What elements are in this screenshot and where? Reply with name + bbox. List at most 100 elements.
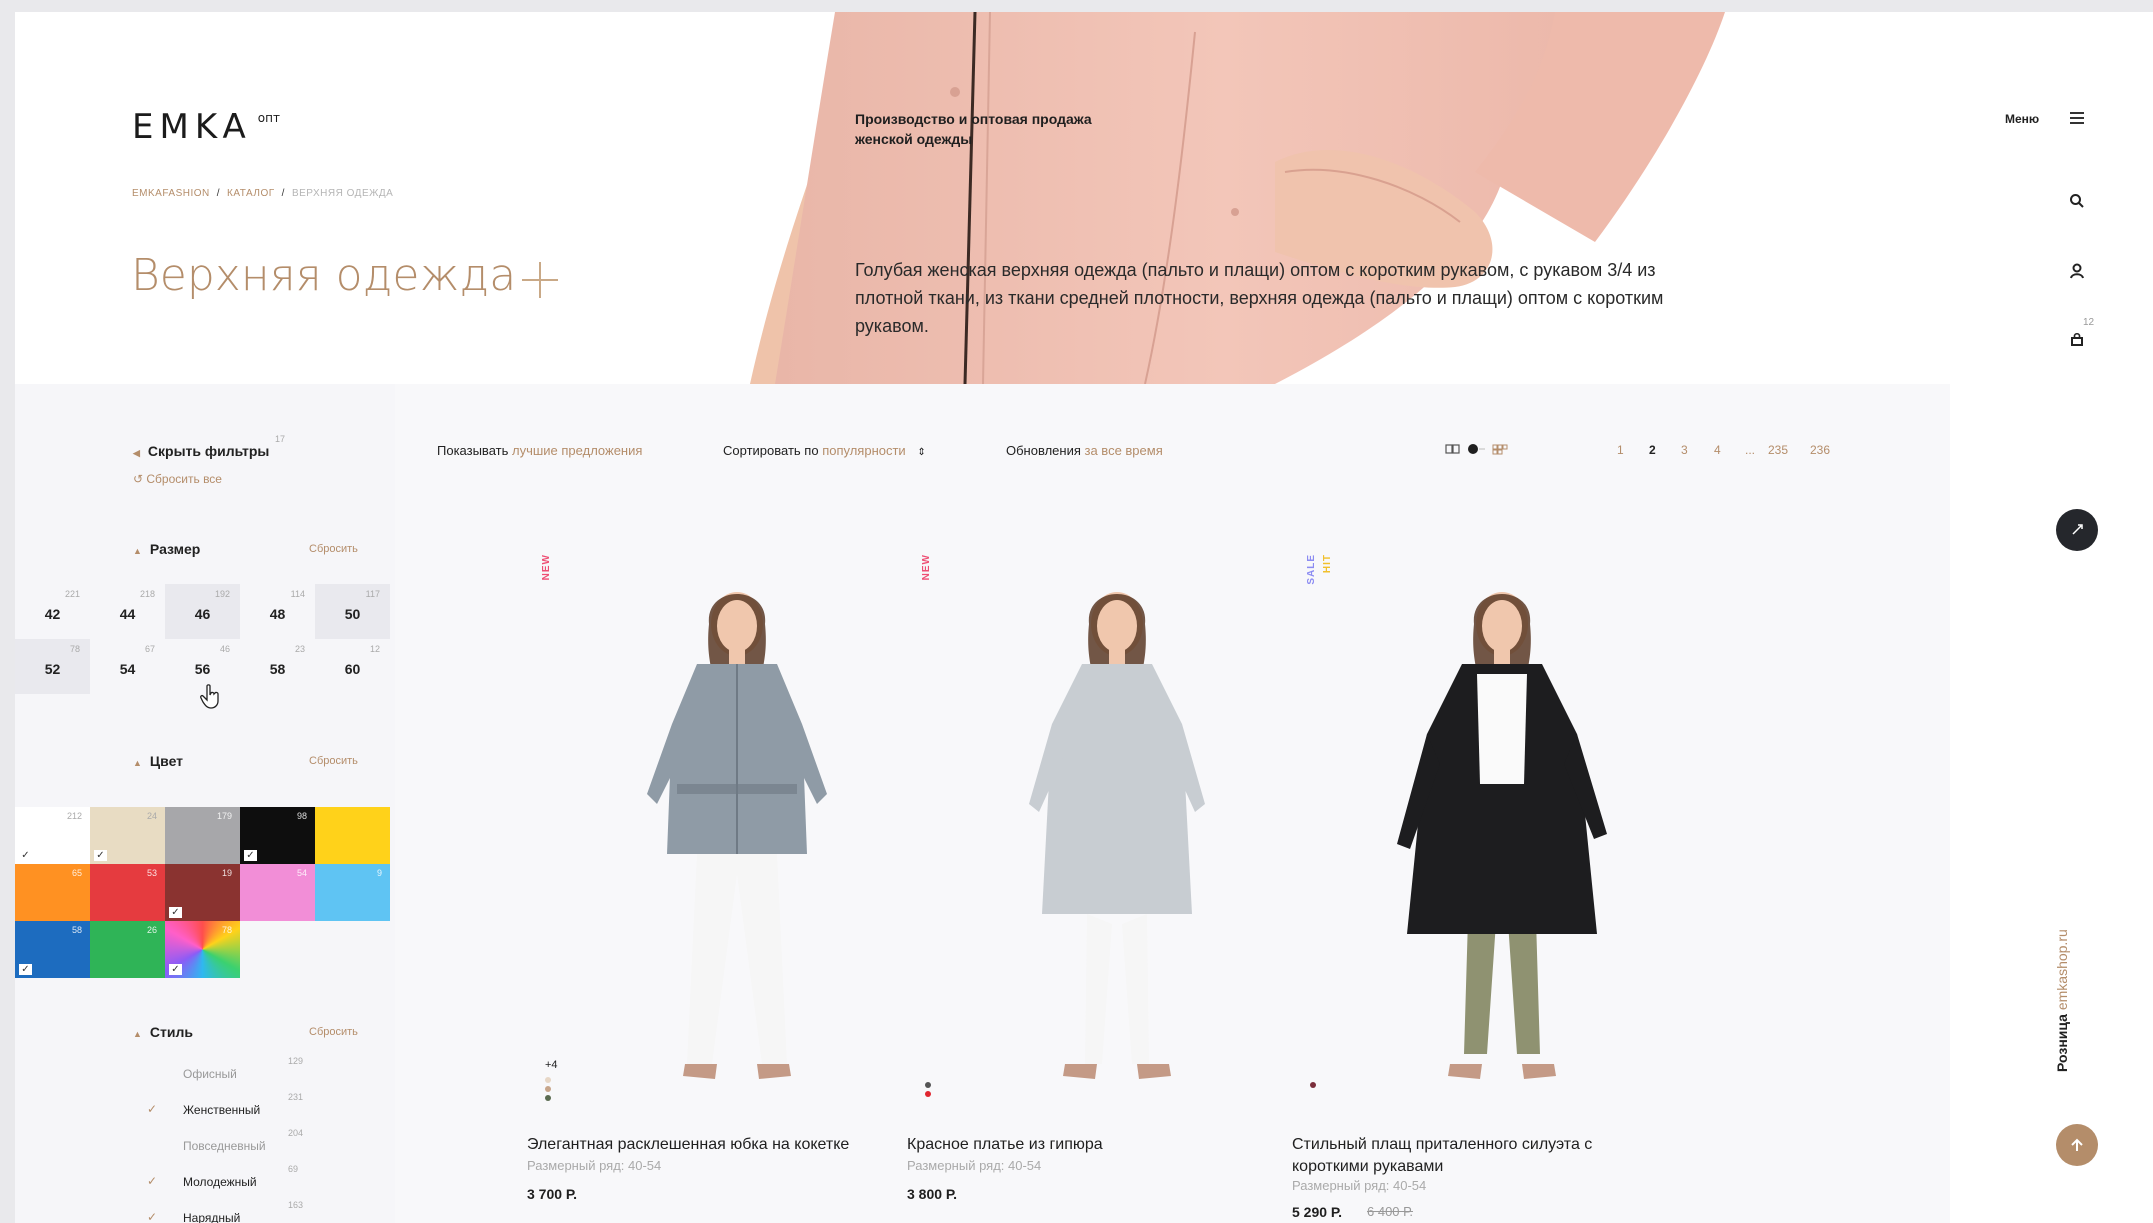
- color-section-toggle[interactable]: ▲ Цвет: [133, 753, 183, 769]
- size-count: 218: [139, 589, 155, 599]
- size-option[interactable]: 46 192: [165, 584, 240, 639]
- style-checkbox[interactable]: Офисный 129: [133, 1056, 333, 1086]
- color-dot[interactable]: [545, 1095, 551, 1101]
- color-swatch[interactable]: 24 ✓: [90, 807, 165, 864]
- checkbox-empty-icon: [147, 1138, 161, 1152]
- hero-banner: EMKA опт EMKAFASHION / КАТАЛОГ / ВЕРХНЯЯ ОДЕЖ…: [15, 12, 1950, 384]
- style-label: Женственный: [183, 1103, 261, 1117]
- updates-dropdown[interactable]: Обновления за все время: [1006, 443, 1163, 458]
- style-checkbox[interactable]: Повседневный 204: [133, 1128, 333, 1158]
- color-swatch[interactable]: 65: [15, 864, 90, 921]
- product-image[interactable]: [587, 554, 887, 1104]
- product-card[interactable]: NEW +4 Элегантная расклешенная юбка на кок…: [527, 554, 927, 1223]
- color-swatch[interactable]: 98 ✓: [240, 807, 315, 864]
- page-link[interactable]: 4: [1714, 443, 1721, 457]
- color-dot[interactable]: [925, 1091, 931, 1097]
- style-label: Офисный: [183, 1067, 237, 1081]
- breadcrumb-home[interactable]: EMKAFASHION: [132, 188, 210, 199]
- size-option[interactable]: 48 114: [240, 584, 315, 639]
- phone-button[interactable]: [2056, 509, 2098, 551]
- catalog-main: Показывать лучшие предложения Сортироват…: [395, 384, 1950, 1223]
- plus-icon[interactable]: [520, 257, 560, 309]
- color-count: 19: [221, 868, 232, 878]
- size-option[interactable]: 60 12: [315, 639, 390, 694]
- product-image[interactable]: [967, 554, 1267, 1104]
- breadcrumb-catalog[interactable]: КАТАЛОГ: [227, 188, 275, 199]
- size-section-toggle[interactable]: ▲ Размер: [133, 541, 200, 557]
- style-checkbox[interactable]: ✓ Молодежный 69: [133, 1164, 333, 1194]
- product-name[interactable]: Элегантная расклешенная юбка на кокетке: [527, 1134, 887, 1156]
- color-swatch[interactable]: 58 ✓: [15, 921, 90, 978]
- color-swatch[interactable]: [315, 807, 390, 864]
- product-card[interactable]: SALE HIT Стильный плащ приталенного силуэт…: [1292, 554, 1692, 1223]
- search-icon[interactable]: [2068, 192, 2086, 210]
- product-name[interactable]: Красное платье из гипюра: [907, 1134, 1267, 1156]
- more-colors-count: +4: [545, 1059, 558, 1071]
- size-reset-button[interactable]: Сбросить: [309, 543, 358, 555]
- checkmark-icon: ✓: [244, 850, 257, 861]
- style-reset-button[interactable]: Сбросить: [309, 1026, 358, 1038]
- arrow-up-icon: [2071, 1138, 2083, 1151]
- color-swatch[interactable]: 9: [315, 864, 390, 921]
- page-link[interactable]: 236: [1810, 443, 1830, 457]
- view-toggle[interactable]: [1445, 441, 1525, 457]
- color-swatch[interactable]: 78 ✓: [165, 921, 240, 978]
- size-count: 46: [219, 644, 230, 654]
- size-count: 117: [365, 589, 380, 599]
- size-option[interactable]: 58 23: [240, 639, 315, 694]
- size-count: 67: [144, 644, 155, 654]
- size-value: 46: [194, 606, 211, 622]
- style-section-toggle[interactable]: ▲ Стиль: [133, 1024, 193, 1040]
- color-dot[interactable]: [545, 1086, 551, 1092]
- color-swatch[interactable]: 179: [165, 807, 240, 864]
- checkmark-icon: ✓: [19, 850, 32, 861]
- size-option[interactable]: 54 67: [90, 639, 165, 694]
- sort-dropdown[interactable]: Сортировать по популярности ⇕: [723, 443, 926, 458]
- product-image[interactable]: [1352, 554, 1652, 1104]
- color-dot[interactable]: [1310, 1082, 1316, 1088]
- page-link[interactable]: 235: [1768, 443, 1788, 457]
- product-badge: NEW: [921, 554, 932, 581]
- right-rail: Меню 12 Розница emkashop.ru: [1950, 12, 2153, 1223]
- size-option[interactable]: 42 221: [15, 584, 90, 639]
- color-dot[interactable]: [545, 1077, 551, 1083]
- scroll-up-button[interactable]: [2056, 1124, 2098, 1166]
- size-value: 44: [119, 606, 136, 622]
- product-name[interactable]: Стильный плащ приталенного силуэта с кор…: [1292, 1134, 1652, 1178]
- color-swatch[interactable]: 53: [90, 864, 165, 921]
- hamburger-icon[interactable]: [2070, 112, 2084, 127]
- page-link[interactable]: 2: [1649, 443, 1656, 457]
- cart-icon[interactable]: [2068, 330, 2086, 348]
- reset-all-button[interactable]: ↺ Сбросить все: [133, 472, 222, 486]
- color-dots: +4: [545, 1059, 558, 1104]
- reset-all-label: Сбросить все: [146, 472, 222, 486]
- show-filter-dropdown[interactable]: Показывать лучшие предложения: [437, 443, 642, 458]
- logo-suffix: опт: [257, 111, 280, 125]
- style-checkbox[interactable]: ✓ Женственный 231: [133, 1092, 333, 1122]
- product-card[interactable]: NEW Красное платье из гипюра Размерный ряд…: [907, 554, 1307, 1223]
- size-count: 23: [294, 644, 305, 654]
- tagline: Производство и оптовая продажа женской о…: [855, 111, 1092, 147]
- color-swatch[interactable]: 54: [240, 864, 315, 921]
- retail-link[interactable]: Розница emkashop.ru: [2054, 929, 2070, 1072]
- filters-sidebar: ◀ Скрыть фильтры 17 ↺ Сбросить все ▲ Разме…: [15, 384, 395, 1223]
- logo[interactable]: EMKA опт: [132, 107, 280, 147]
- grid-large-icon[interactable]: [1445, 444, 1460, 454]
- menu-label[interactable]: Меню: [2005, 112, 2039, 126]
- hide-filters-button[interactable]: ◀ Скрыть фильтры: [133, 443, 269, 459]
- size-option[interactable]: 52 78: [15, 639, 90, 694]
- size-option[interactable]: 44 218: [90, 584, 165, 639]
- grid-small-icon[interactable]: [1492, 444, 1508, 455]
- color-reset-button[interactable]: Сбросить: [309, 755, 358, 767]
- color-dot[interactable]: [925, 1082, 931, 1088]
- user-icon[interactable]: [2068, 262, 2086, 280]
- checkmark-icon: ✓: [147, 1174, 158, 1188]
- page-link[interactable]: 1: [1617, 443, 1624, 457]
- page-link[interactable]: 3: [1681, 443, 1688, 457]
- color-swatch[interactable]: 212 ✓: [15, 807, 90, 864]
- color-swatch[interactable]: 19 ✓: [165, 864, 240, 921]
- style-checkbox[interactable]: ✓ Нарядный 163: [133, 1200, 333, 1223]
- size-option[interactable]: 50 117: [315, 584, 390, 639]
- view-toggle-knob[interactable]: [1468, 444, 1478, 454]
- color-swatch[interactable]: 26: [90, 921, 165, 978]
